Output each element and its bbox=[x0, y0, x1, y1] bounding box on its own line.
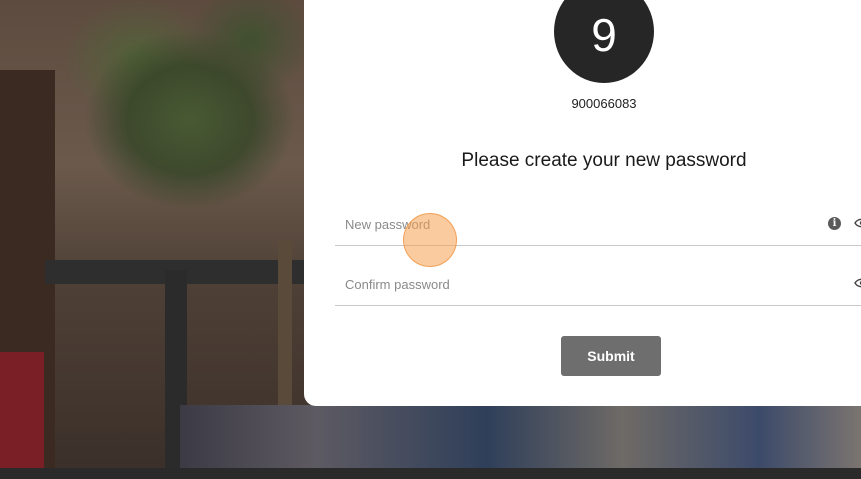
background-crowd bbox=[180, 405, 861, 468]
login-screen: 9 900066083 Please create your new passw… bbox=[0, 0, 861, 479]
avatar: 9 bbox=[554, 0, 654, 83]
info-icon[interactable]: i bbox=[828, 217, 841, 230]
submit-button[interactable]: Submit bbox=[561, 336, 661, 376]
eye-icon[interactable] bbox=[854, 276, 861, 290]
confirm-password-field bbox=[335, 265, 861, 306]
password-card: 9 900066083 Please create your new passw… bbox=[304, 0, 861, 406]
bottom-bar bbox=[0, 468, 861, 479]
background-red-panel bbox=[0, 352, 44, 468]
eye-icon[interactable] bbox=[854, 216, 861, 230]
new-password-field: i bbox=[335, 205, 861, 246]
new-password-input[interactable] bbox=[345, 213, 795, 235]
avatar-initial: 9 bbox=[591, 8, 617, 61]
page-title: Please create your new password bbox=[461, 150, 747, 171]
account-id: 900066083 bbox=[571, 96, 637, 111]
confirm-password-input[interactable] bbox=[345, 273, 795, 295]
